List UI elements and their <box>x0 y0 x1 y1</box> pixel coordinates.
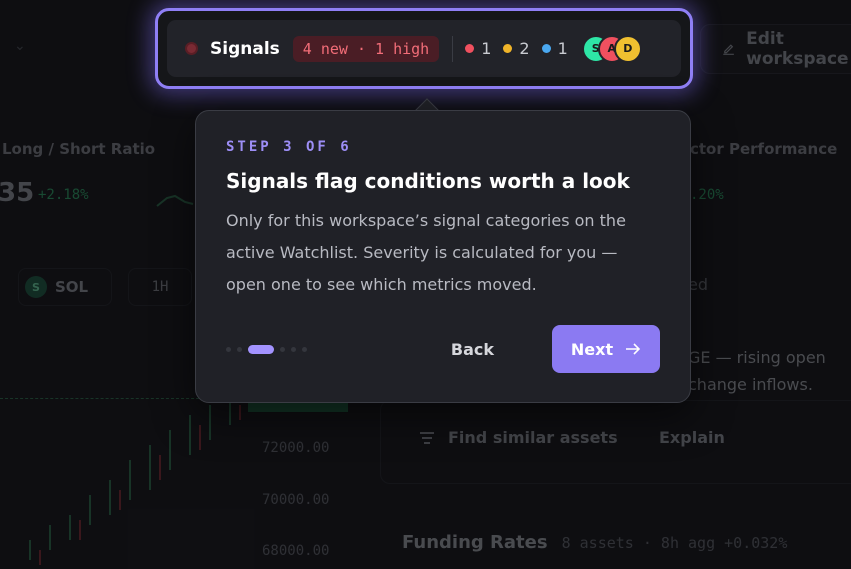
metric-change: +2.18% <box>38 187 89 203</box>
find-similar-button[interactable]: Find similar assets <box>418 428 618 447</box>
progress-dot <box>280 346 285 352</box>
price-axis-label: 70000.00 <box>262 492 330 508</box>
signals-label: Signals <box>210 38 280 59</box>
signals-count-badge: 4 new · 1 high <box>292 35 440 62</box>
signals-status-dot <box>185 42 198 55</box>
tour-title: Signals flag conditions worth a look <box>226 169 630 193</box>
sol-icon: S <box>25 276 47 298</box>
insight-text: GE — rising open <box>688 348 826 367</box>
funding-rates-header: Funding Rates 8 assets · 8h agg +0.032% <box>402 532 787 553</box>
find-similar-label: Find similar assets <box>448 428 618 447</box>
insight-text: change inflows. <box>688 375 813 394</box>
next-label: Next <box>570 339 614 359</box>
severity-count: 1 <box>481 39 492 58</box>
insight-text: ed <box>688 275 708 294</box>
asset-chip-sol[interactable]: S SOL <box>18 268 112 306</box>
pencil-icon <box>723 44 734 55</box>
progress-dot <box>302 346 307 352</box>
tour-step-indicator: STEP 3 OF 6 <box>226 139 352 155</box>
tour-tooltip: STEP 3 OF 6 Signals flag conditions wort… <box>195 110 691 403</box>
next-button[interactable]: Next <box>552 325 660 373</box>
price-tag <box>248 402 348 412</box>
tour-progress-dots <box>226 344 307 354</box>
divider <box>452 35 454 62</box>
edit-workspace-label: Edit workspace <box>746 29 849 69</box>
filter-icon <box>420 431 434 444</box>
funding-rates-title: Funding Rates <box>402 532 548 553</box>
metric-label: Long / Short Ratio <box>2 140 156 158</box>
sparkline <box>156 194 194 207</box>
candlestick-chart <box>29 402 241 565</box>
progress-dot <box>226 346 231 352</box>
severity-medium-dot-icon <box>503 44 513 53</box>
progress-dot <box>291 346 296 352</box>
severity-low-dot-icon <box>541 44 551 53</box>
severity-count: 1 <box>557 39 568 58</box>
sector-performance-label: ctor Performance <box>690 140 838 158</box>
arrow-right-icon <box>626 343 641 355</box>
timeframe-chip[interactable]: 1H <box>128 268 192 306</box>
asset-chip-label: SOL <box>55 278 89 296</box>
severity-high: 1 <box>465 39 491 58</box>
explain-button[interactable]: Explain <box>659 428 725 447</box>
signals-button[interactable]: Signals 4 new · 1 high 1 2 1 S A D <box>167 20 681 77</box>
progress-dot-active <box>248 344 274 354</box>
severity-medium: 2 <box>503 39 530 58</box>
price-axis-label: 68000.00 <box>262 543 330 559</box>
severity-count: 2 <box>519 39 530 58</box>
price-axis-label: 72000.00 <box>262 440 330 456</box>
tour-footer: Back Next <box>226 325 660 373</box>
chevron-down-icon[interactable]: ⌄ <box>14 38 26 54</box>
severity-high-dot-icon <box>465 44 475 53</box>
edit-workspace-button[interactable]: Edit workspace <box>700 24 851 74</box>
funding-rates-meta: 8 assets · 8h agg +0.032% <box>561 534 788 552</box>
back-button[interactable]: Back <box>437 330 508 369</box>
severity-low: 1 <box>541 39 568 58</box>
progress-dot <box>237 346 242 352</box>
sector-performance-change: .20% <box>690 187 724 203</box>
metric-value: 35 <box>0 178 35 208</box>
avatar-stack: S A D <box>581 34 642 63</box>
tour-body: Only for this workspace’s signal categor… <box>226 211 626 294</box>
tour-highlight: Signals 4 new · 1 high 1 2 1 S A D <box>155 8 693 89</box>
avatar: D <box>613 34 642 63</box>
